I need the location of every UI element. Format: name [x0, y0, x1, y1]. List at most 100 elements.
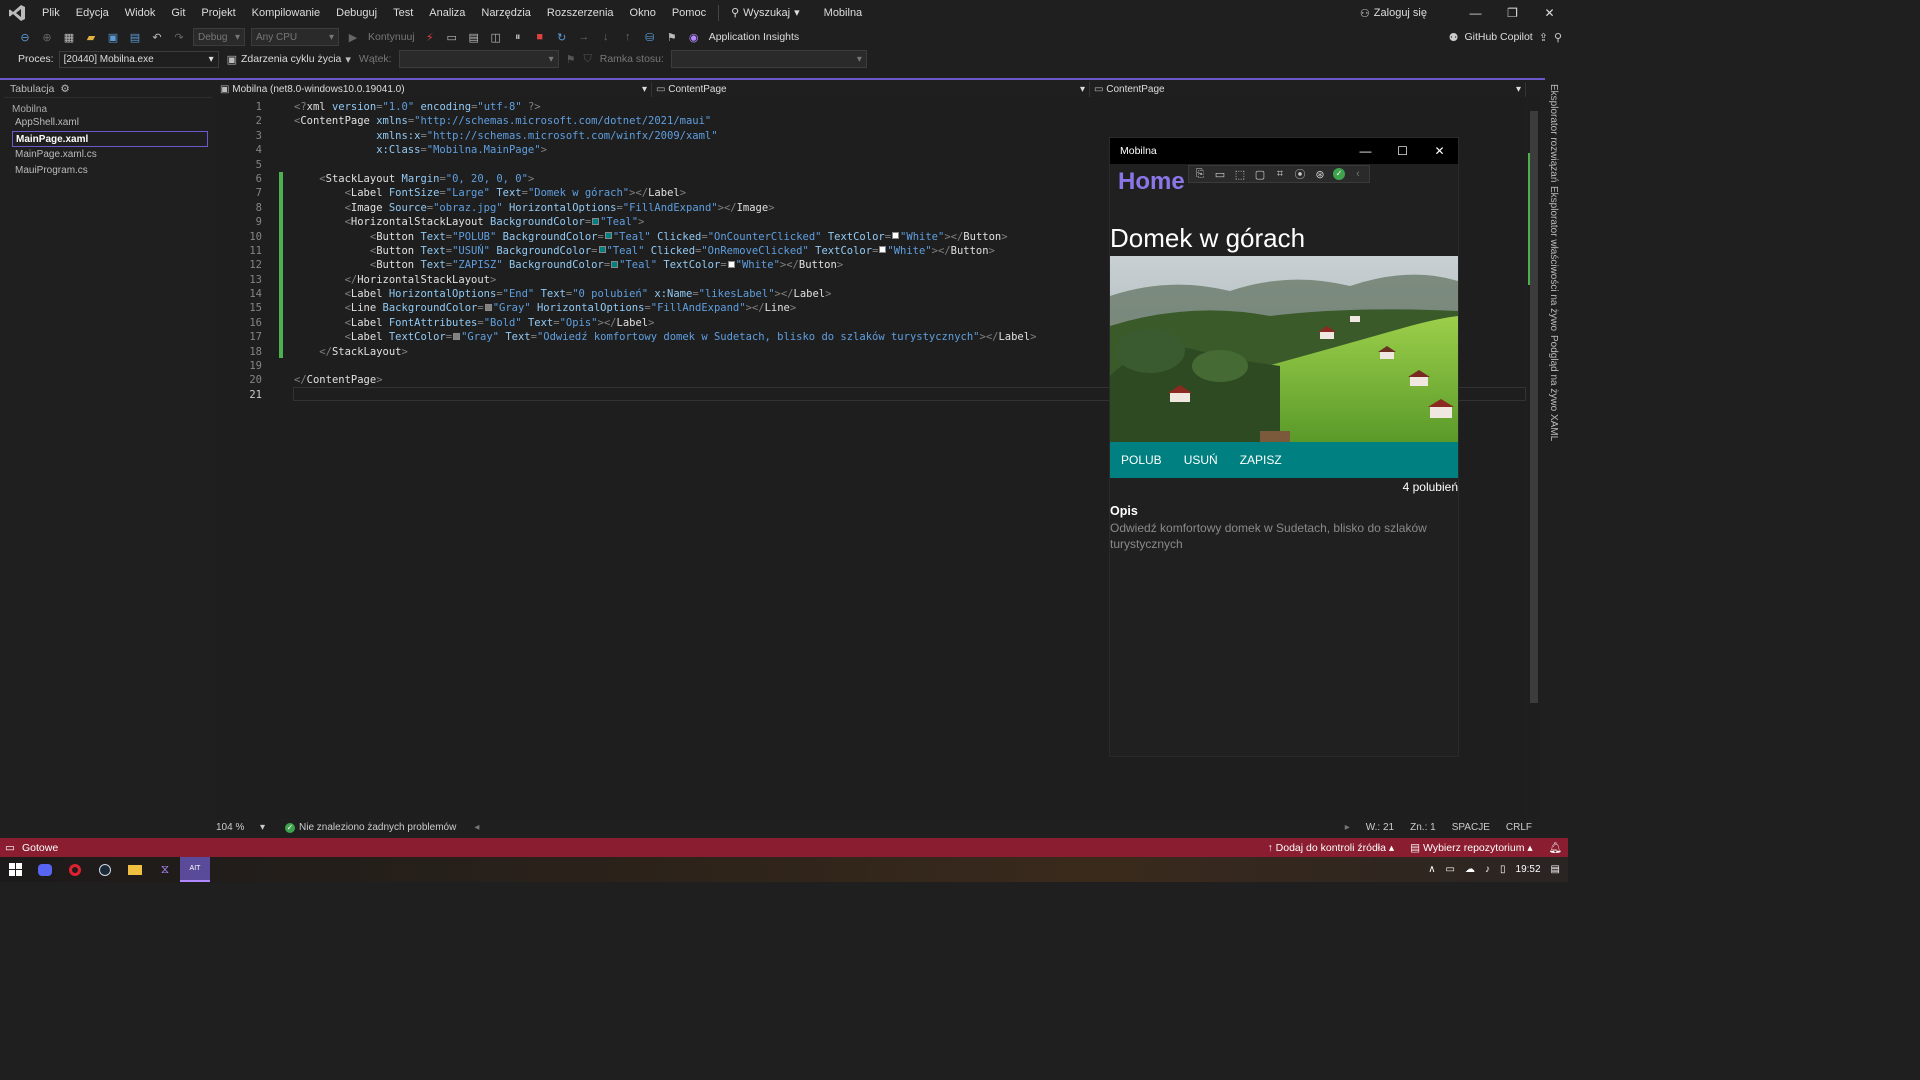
minimize-button[interactable]: —: [1457, 0, 1494, 26]
filter-icon[interactable]: ⛉: [583, 53, 591, 66]
scope-combo-2[interactable]: ▭ ContentPage ▾: [1090, 82, 1526, 97]
file-tab-item[interactable]: AppShell.xaml: [4, 115, 212, 131]
discord-icon[interactable]: [30, 857, 60, 882]
remove-button[interactable]: USUŃ: [1173, 442, 1229, 478]
windows-start-icon[interactable]: [0, 857, 30, 882]
signin-button[interactable]: ⚇ Zaloguj się: [1360, 7, 1427, 20]
collapse-icon[interactable]: ‹: [1351, 168, 1365, 180]
gear-icon[interactable]: ⚙: [60, 83, 69, 95]
layout-icon[interactable]: ▤: [465, 28, 483, 46]
column-position[interactable]: Zn.: 1: [1410, 822, 1436, 833]
menu-item[interactable]: Kompilowanie: [244, 0, 328, 26]
step-into-icon[interactable]: ↓: [597, 28, 615, 46]
undo-icon[interactable]: ↶: [148, 28, 166, 46]
process-combo[interactable]: [20440] Mobilna.exe ▾: [58, 50, 219, 68]
indent-mode[interactable]: SPACJE: [1452, 822, 1490, 833]
like-button[interactable]: POLUB: [1110, 442, 1173, 478]
bell-icon[interactable]: 🔔︎: [1549, 841, 1562, 854]
redo-icon[interactable]: ↷: [170, 28, 188, 46]
configuration-combo[interactable]: Debug ▾: [193, 28, 245, 46]
flag-icon[interactable]: ⚑: [566, 53, 576, 66]
save-icon[interactable]: ▣: [104, 28, 122, 46]
steam-icon[interactable]: [90, 857, 120, 882]
menu-item[interactable]: Test: [385, 0, 421, 26]
zoom-combo[interactable]: 104 % ▾: [213, 822, 265, 833]
problems-indicator[interactable]: ✓ Nie znaleziono żadnych problemów: [285, 822, 456, 833]
line-position[interactable]: W.: 21: [1366, 822, 1394, 833]
platform-combo[interactable]: Any CPU ▾: [251, 28, 339, 46]
window-icon[interactable]: ◫: [487, 28, 505, 46]
copilot-label[interactable]: GitHub Copilot: [1464, 31, 1532, 43]
menu-item[interactable]: Projekt: [193, 0, 243, 26]
scroll-left-icon[interactable]: ◂: [474, 822, 479, 833]
record-icon[interactable]: ▭: [1213, 168, 1227, 181]
new-project-icon[interactable]: ▦: [60, 28, 78, 46]
file-tab-item[interactable]: MainPage.xaml: [12, 131, 208, 147]
thread-combo[interactable]: ▾: [398, 50, 559, 68]
breakpoints-icon[interactable]: ⛁: [641, 28, 659, 46]
browser-icon[interactable]: ▭: [443, 28, 461, 46]
menu-item[interactable]: Widok: [117, 0, 164, 26]
menu-item[interactable]: Narzędzia: [473, 0, 539, 26]
notifications-icon[interactable]: ▤: [1551, 864, 1560, 875]
step-out-icon[interactable]: ↑: [619, 28, 637, 46]
application-insights-label[interactable]: Application Insights: [709, 31, 799, 43]
repository-button[interactable]: ▤ Wybierz repozytorium ▴: [1410, 842, 1532, 854]
cloud-icon[interactable]: ☁: [1465, 864, 1475, 875]
menu-item[interactable]: Git: [163, 0, 193, 26]
file-tab-item[interactable]: MauiProgram.cs: [4, 163, 212, 179]
pause-icon[interactable]: ⏸: [509, 28, 527, 46]
go-to-live-tree-icon[interactable]: ⎘: [1193, 168, 1207, 181]
chevron-up-icon[interactable]: ∧: [1428, 864, 1435, 875]
restart-icon[interactable]: ↻: [553, 28, 571, 46]
preview-maximize-button[interactable]: ☐: [1384, 138, 1421, 164]
select-element-icon[interactable]: ⬚: [1233, 168, 1247, 181]
code-line[interactable]: <ContentPage xmlns="http://schemas.micro…: [294, 114, 1514, 128]
menu-item[interactable]: Edycja: [68, 0, 117, 26]
stackframe-combo[interactable]: ▾: [670, 50, 867, 68]
visual-studio-icon[interactable]: ⧖: [150, 857, 180, 882]
tab-xaml-live-preview[interactable]: Podgląd na żywo XAML: [1545, 333, 1562, 443]
file-tab-item[interactable]: MainPage.xaml.cs: [4, 147, 212, 163]
scope-combo-1[interactable]: ▭ ContentPage ▾: [652, 82, 1090, 97]
opera-icon[interactable]: [60, 857, 90, 882]
app-icon[interactable]: AIT: [180, 857, 210, 882]
editor-scrollbar[interactable]: [1528, 97, 1540, 819]
scroll-right-icon[interactable]: ▸: [1345, 822, 1350, 833]
menu-item[interactable]: Pomoc: [664, 0, 714, 26]
preview-close-button[interactable]: ✕: [1421, 138, 1458, 164]
step-over-icon[interactable]: →: [575, 28, 593, 46]
save-button[interactable]: ZAPISZ: [1229, 442, 1293, 478]
file-explorer-icon[interactable]: [120, 857, 150, 882]
battery-icon[interactable]: ▯: [1500, 864, 1506, 875]
hot-reload-status-icon[interactable]: ✓: [1333, 168, 1345, 180]
back-icon[interactable]: ⊖: [16, 28, 34, 46]
feedback-icon[interactable]: ⚲: [1554, 31, 1562, 44]
notification-icon[interactable]: ▭: [5, 842, 15, 854]
tab-solution-explorer[interactable]: Eksplorator rozwiązań: [1545, 82, 1562, 184]
open-folder-icon[interactable]: ▰: [82, 28, 100, 46]
menu-item[interactable]: Rozszerzenia: [539, 0, 622, 26]
stop-icon[interactable]: ■: [531, 28, 549, 46]
save-all-icon[interactable]: ▤: [126, 28, 144, 46]
continue-icon[interactable]: ▶: [344, 28, 362, 46]
bookmark-icon[interactable]: ⚑: [663, 28, 681, 46]
display-adorners-icon[interactable]: ▢: [1253, 168, 1267, 181]
menu-item[interactable]: Debuguj: [328, 0, 385, 26]
restore-button[interactable]: ❐: [1494, 0, 1531, 26]
search-menu[interactable]: ⚲ Wyszukaj ▾: [723, 0, 808, 26]
clock[interactable]: 19:52: [1516, 864, 1541, 875]
visual-studio-logo-icon[interactable]: [0, 0, 34, 26]
line-ending[interactable]: CRLF: [1506, 822, 1532, 833]
menu-item[interactable]: Okno: [622, 0, 664, 26]
network-icon[interactable]: ▭: [1446, 864, 1455, 875]
lifecycle-label[interactable]: Zdarzenia cyklu życia: [241, 53, 341, 65]
target-framework-combo[interactable]: ▣ Mobilna (net8.0-windows10.0.19041.0) ▾: [216, 82, 652, 97]
tab-live-property-explorer[interactable]: Eksplorator właściwości na żywo: [1545, 184, 1562, 333]
accessibility-icon[interactable]: ⊛: [1313, 168, 1327, 181]
volume-icon[interactable]: ♪: [1485, 864, 1490, 875]
forward-icon[interactable]: ⊕: [38, 28, 56, 46]
preview-minimize-button[interactable]: —: [1347, 138, 1384, 164]
scrollbar-thumb[interactable]: [1530, 111, 1538, 703]
code-line[interactable]: <?xml version="1.0" encoding="utf-8" ?>: [294, 100, 1514, 114]
